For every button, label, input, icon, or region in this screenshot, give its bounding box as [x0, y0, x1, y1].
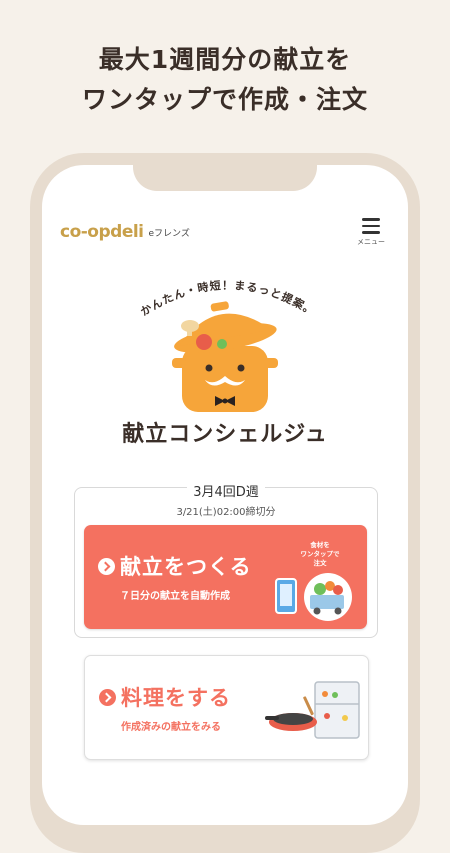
- promo-headline: 最大1週間分の献立を ワンタップで作成・注文: [0, 40, 450, 120]
- week-title-text: 3月4回D週: [187, 485, 265, 500]
- logo-sub-text: eフレンズ: [148, 229, 190, 239]
- phone-notch: [133, 153, 317, 191]
- week-title: 3月4回D週: [75, 481, 377, 500]
- menu-button[interactable]: メニュー: [352, 218, 390, 248]
- cook-button[interactable]: 料理をする 作成済みの献立をみる: [84, 655, 369, 760]
- badge-line-3: 注文: [314, 558, 328, 567]
- cook-subtext: 作成済みの献立をみる: [121, 722, 221, 733]
- create-menu-button[interactable]: 献立をつくる ７日分の献立を自動作成 食材を ワンタップで 注文: [84, 525, 367, 629]
- brand-title: 献立コンシェルジュ: [122, 422, 328, 447]
- create-menu-subtext: ７日分の献立を自動作成: [120, 591, 230, 602]
- grocery-order-illustration: 食材を ワンタップで 注文: [275, 540, 352, 621]
- badge-line-1: 食材を: [309, 540, 330, 549]
- badge-line-2: ワンタップで: [301, 549, 341, 558]
- promo-line-2: ワンタップで作成・注文: [81, 85, 368, 114]
- pot-mascot-illustration: [172, 301, 278, 412]
- menu-label: メニュー: [357, 237, 385, 246]
- coopdeli-logo: co-opdeli eフレンズ: [60, 220, 190, 242]
- chevron-right-icon: [98, 558, 115, 575]
- create-menu-label: 献立をつくる: [120, 555, 252, 579]
- cooking-pan-illustration: [265, 681, 360, 739]
- order-deadline: 3/21(土)02:00締切分: [176, 507, 276, 518]
- promo-line-1: 最大1週間分の献立を: [98, 45, 352, 74]
- cook-label: 料理をする: [121, 686, 231, 710]
- hamburger-icon: [362, 218, 380, 234]
- chevron-right-icon: [99, 689, 116, 706]
- logo-main-text: co-opdeli: [60, 222, 144, 242]
